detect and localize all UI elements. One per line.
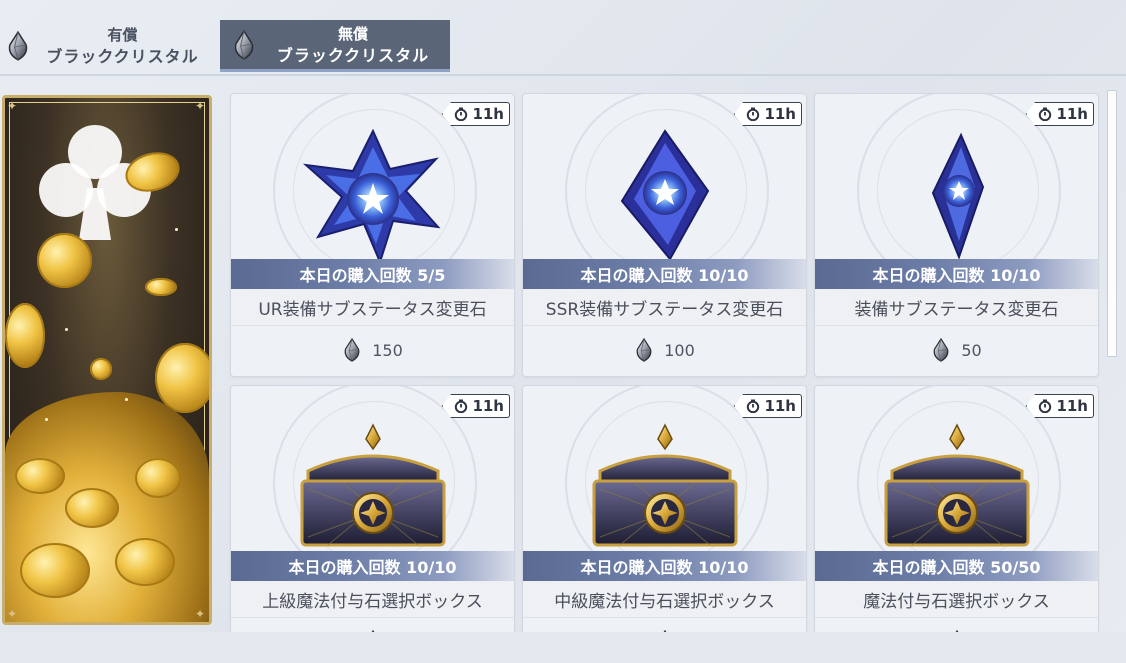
tab-paid-label-bottom: ブラッククリスタル — [46, 47, 199, 66]
purchase-count-label: 本日の購入回数 50/50 — [815, 551, 1098, 581]
black-crystal-icon — [6, 31, 30, 61]
shop-item-card[interactable]: 11h 本日の購入回数 5/5 UR装備サブステータス変更石 150 — [230, 93, 515, 377]
item-name: 魔法付与石選択ボックス — [863, 591, 1050, 612]
item-name-container: 中級魔法付与石選択ボックス — [523, 581, 806, 618]
sparkle — [65, 328, 68, 331]
corner-star-icon: ✦ — [7, 607, 18, 621]
purchase-count-label: 本日の購入回数 10/10 — [523, 551, 806, 581]
gold-coin — [135, 458, 181, 498]
stopwatch-icon — [455, 107, 468, 121]
reset-timer-badge: 11h — [1026, 394, 1094, 418]
item-name: UR装備サブステータス変更石 — [258, 299, 487, 320]
scrollbar[interactable] — [1107, 90, 1117, 357]
timer-text: 11h — [764, 397, 796, 415]
item-name: 上級魔法付与石選択ボックス — [262, 591, 483, 612]
price-value: 50 — [961, 340, 982, 360]
reset-timer-badge: 11h — [442, 394, 510, 418]
purchase-count-label: 本日の購入回数 10/10 — [523, 259, 806, 289]
item-price: 100 — [523, 330, 806, 370]
tab-free-label-bottom: ブラッククリスタル — [276, 45, 430, 65]
item-name-container: 装備サブステータス変更石 — [815, 289, 1098, 326]
stopwatch-icon — [1039, 399, 1052, 413]
bottom-strip — [0, 632, 1126, 663]
gold-coin — [90, 358, 112, 380]
sparkle — [175, 228, 178, 231]
promo-banner[interactable]: ✦ ✦ ✦ ✦ — [2, 95, 212, 625]
shop-item-card[interactable]: 11h 本日の購入回数 10/10 SSR装備サブステータス変更石 100 — [522, 93, 807, 377]
gold-coin — [115, 538, 175, 586]
tab-free-label-top: 無償 — [337, 24, 368, 43]
stopwatch-icon — [455, 399, 468, 413]
tab-paid-label-top: 有償 — [107, 26, 138, 44]
reset-timer-badge: 11h — [734, 102, 802, 126]
gold-coin — [20, 543, 90, 598]
timer-text: 11h — [472, 105, 504, 123]
gold-coin — [37, 233, 92, 288]
shop-item-card[interactable]: 11h 本日の購入回数 10/10 装備サブステータス変更石 50 — [814, 93, 1099, 377]
item-name: 装備サブステータス変更石 — [854, 299, 1059, 320]
item-treasure-chest-image — [872, 421, 1042, 555]
stopwatch-icon — [747, 399, 760, 413]
reset-timer-badge: 11h — [442, 102, 510, 126]
tab-paid-black-crystal[interactable]: 有償 ブラッククリスタル — [0, 20, 215, 72]
corner-star-icon: ✦ — [195, 99, 206, 113]
item-price: 150 — [231, 330, 514, 370]
black-crystal-icon — [342, 338, 362, 362]
gold-coin — [155, 343, 209, 413]
shop-item-card[interactable]: 11h 本日の購入回数 10/10 中級魔法付与石選択ボックス — [522, 385, 807, 634]
item-treasure-chest-image — [288, 421, 458, 555]
sparkle — [45, 418, 48, 421]
item-name-container: 魔法付与石選択ボックス — [815, 581, 1098, 618]
item-price: 50 — [815, 330, 1098, 370]
currency-tabs: 有償 ブラッククリスタル 無償 ブラッククリスタル — [0, 0, 1126, 78]
shop-item-card[interactable]: 11h 本日の購入回数 50/50 魔法付与石選択ボックス — [814, 385, 1099, 634]
corner-star-icon: ✦ — [7, 99, 18, 113]
black-crystal-icon — [232, 30, 256, 60]
timer-text: 11h — [764, 105, 796, 123]
stopwatch-icon — [1039, 107, 1052, 121]
gold-coin — [15, 458, 65, 494]
item-treasure-chest-image — [580, 421, 750, 555]
sparkle — [125, 398, 128, 401]
price-value: 150 — [372, 340, 403, 360]
shop-item-card[interactable]: 11h 本日の購入回数 10/10 上級魔法付与石選択ボックス — [230, 385, 515, 634]
item-crystal-diamond-image — [610, 129, 720, 268]
item-name-container: 上級魔法付与石選択ボックス — [231, 581, 514, 618]
gold-coin — [65, 488, 119, 528]
timer-text: 11h — [1056, 105, 1088, 123]
gold-coin — [145, 278, 177, 296]
item-name: 中級魔法付与石選択ボックス — [554, 591, 775, 612]
reset-timer-badge: 11h — [1026, 102, 1094, 126]
tabs-divider — [0, 74, 1126, 76]
black-crystal-icon — [634, 338, 654, 362]
corner-star-icon: ✦ — [195, 607, 206, 621]
black-crystal-icon — [931, 338, 951, 362]
item-name: SSR装備サブステータス変更石 — [545, 299, 784, 320]
reset-timer-badge: 11h — [734, 394, 802, 418]
price-value: 100 — [664, 340, 695, 360]
item-name-container: UR装備サブステータス変更石 — [231, 289, 514, 326]
timer-text: 11h — [472, 397, 504, 415]
stopwatch-icon — [747, 107, 760, 121]
item-crystal-star-large-image — [298, 128, 448, 268]
purchase-count-label: 本日の購入回数 5/5 — [231, 259, 514, 289]
item-name-container: SSR装備サブステータス変更石 — [523, 289, 806, 326]
purchase-count-label: 本日の購入回数 10/10 — [231, 551, 514, 581]
tab-free-black-crystal[interactable]: 無償 ブラッククリスタル — [220, 20, 450, 72]
gold-coin — [5, 303, 45, 368]
item-crystal-shard-image — [917, 129, 997, 268]
timer-text: 11h — [1056, 397, 1088, 415]
purchase-count-label: 本日の購入回数 10/10 — [815, 259, 1098, 289]
